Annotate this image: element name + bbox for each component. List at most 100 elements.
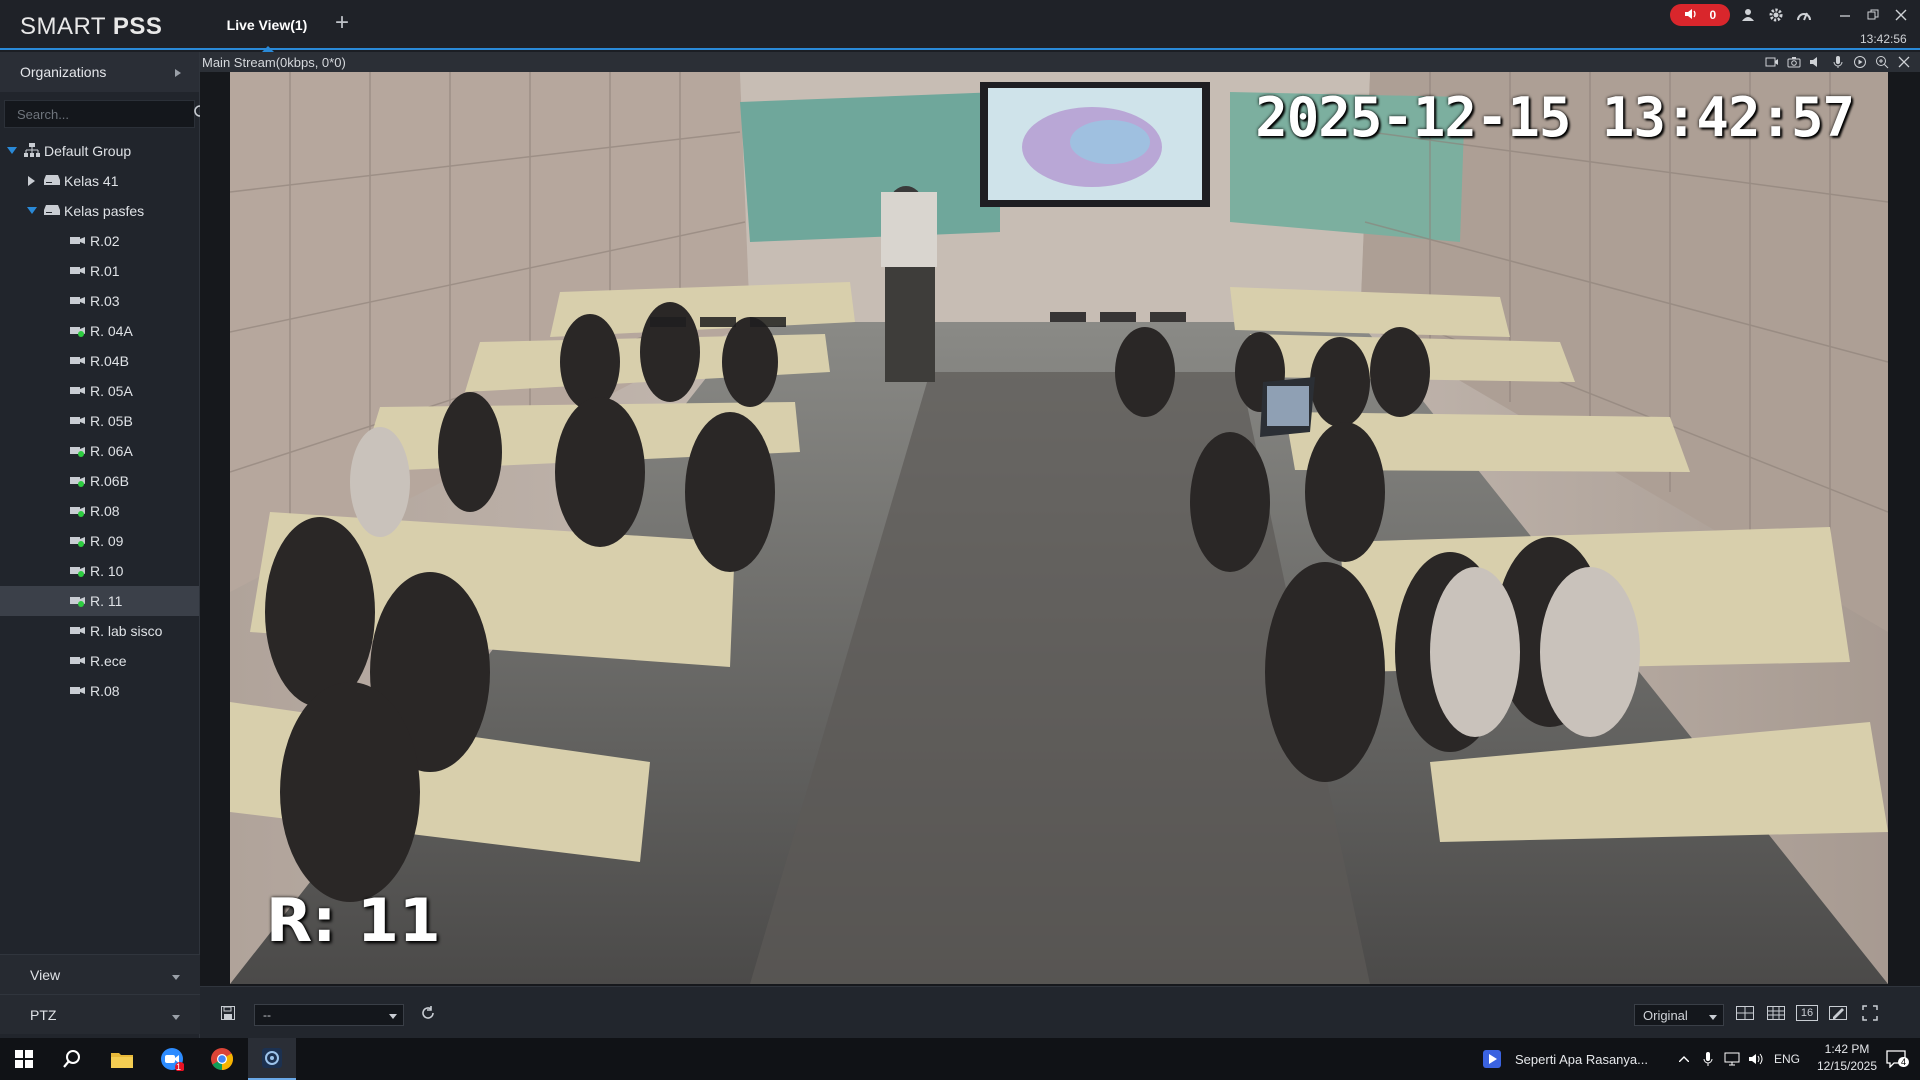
camera-item[interactable]: R. 09 — [0, 526, 199, 556]
camera-label: R. 04A — [90, 323, 133, 339]
speaker-icon — [1684, 8, 1698, 23]
tree-label: Kelas pasfes — [64, 203, 145, 219]
tray-volume-icon[interactable] — [1744, 1038, 1768, 1080]
audio-icon[interactable] — [1808, 54, 1824, 70]
camera-label: R.02 — [90, 233, 120, 249]
tree-group-kelas-pasfes[interactable]: Kelas pasfes — [0, 196, 199, 226]
camera-item[interactable]: R.06B — [0, 466, 199, 496]
camera-feed[interactable]: 2025-12-15 13:42:57 R: 11 — [230, 72, 1888, 984]
camera-item[interactable]: R.ece — [0, 646, 199, 676]
ptz-panel-toggle[interactable]: PTZ — [0, 994, 200, 1034]
camera-label: R. 06A — [90, 443, 133, 459]
media-title[interactable]: Seperti Apa Rasanya... — [1515, 1052, 1648, 1067]
tree-label: Default Group — [44, 143, 132, 159]
live-view-panel: Main Stream(0kbps, 0*0) 2025-12-15 13:42… — [200, 52, 1920, 986]
ptz-label: PTZ — [30, 1006, 57, 1023]
camera-item[interactable]: R. 04A — [0, 316, 199, 346]
performance-gauge-icon[interactable] — [1794, 5, 1814, 25]
tray-time[interactable]: 1:42 PM — [1812, 1042, 1882, 1056]
tray-language[interactable]: ENG — [1774, 1052, 1800, 1066]
alarm-count: 0 — [1709, 8, 1717, 22]
aspect-ratio-select[interactable]: Original — [1634, 1004, 1724, 1026]
sidebar: Organizations Default Group Kelas 41 Kel… — [0, 52, 209, 1038]
zoom-app-icon[interactable]: 1 — [148, 1038, 196, 1080]
camera-item[interactable]: R.03 — [0, 286, 199, 316]
chrome-icon[interactable] — [198, 1038, 246, 1080]
file-explorer-icon[interactable] — [98, 1038, 146, 1080]
search-taskbar-icon[interactable] — [48, 1038, 96, 1080]
classroom-scene-image — [230, 72, 1888, 984]
stream-switch-icon[interactable] — [1764, 54, 1780, 70]
view-label: View — [30, 966, 61, 983]
caret-down-icon — [172, 1007, 180, 1023]
layout-16-button[interactable]: 16 — [1796, 1005, 1818, 1021]
camera-item[interactable]: R. 10 — [0, 556, 199, 586]
camera-online-icon — [70, 565, 86, 577]
camera-item[interactable]: R.02 — [0, 226, 199, 256]
close-icon[interactable] — [1891, 5, 1911, 25]
ratio-value: Original — [1643, 1007, 1688, 1023]
record-icon[interactable] — [1852, 54, 1868, 70]
camera-label: R.04B — [90, 353, 129, 369]
media-play-icon[interactable] — [1470, 1038, 1514, 1080]
device-tree: Default Group Kelas 41 Kelas pasfes R.02… — [0, 134, 199, 706]
tree-root-default-group[interactable]: Default Group — [0, 136, 199, 166]
minimize-icon[interactable] — [1835, 5, 1855, 25]
close-video-icon[interactable] — [1896, 54, 1912, 70]
camera-item[interactable]: R.04B — [0, 346, 199, 376]
zoom-icon[interactable] — [1874, 54, 1890, 70]
camera-icon — [70, 295, 86, 307]
gear-icon[interactable] — [1766, 5, 1786, 25]
camera-online-icon — [70, 505, 86, 517]
layout-9-icon[interactable] — [1766, 1003, 1786, 1023]
camera-label: R. lab sisco — [90, 623, 163, 639]
osd-channel-name: R: 11 — [266, 886, 441, 956]
tab-live-view[interactable]: Live View(1) — [212, 0, 322, 52]
camera-item[interactable]: R.01 — [0, 256, 199, 286]
caret-down-icon[interactable] — [26, 205, 38, 217]
alarm-button[interactable]: 0 — [1670, 4, 1730, 26]
tree-label: Kelas 41 — [64, 173, 119, 189]
stream-info: Main Stream(0kbps, 0*0) — [202, 54, 346, 70]
org-tree-icon — [24, 142, 40, 160]
search-box — [4, 100, 209, 128]
camera-item[interactable]: R.08 — [0, 676, 199, 706]
restore-icon[interactable] — [1863, 5, 1883, 25]
user-icon[interactable] — [1738, 5, 1758, 25]
snapshot-icon[interactable] — [1786, 54, 1802, 70]
smartpss-taskbar-icon[interactable] — [248, 1038, 296, 1080]
camera-item[interactable]: R.08 — [0, 496, 199, 526]
search-input[interactable] — [17, 106, 193, 122]
preset-value: -- — [263, 1008, 271, 1022]
fullscreen-icon[interactable] — [1860, 1003, 1880, 1023]
camera-item[interactable]: R. 05B — [0, 406, 199, 436]
camera-label: R. 10 — [90, 563, 124, 579]
tree-group-kelas-41[interactable]: Kelas 41 — [0, 166, 199, 196]
organizations-header[interactable]: Organizations — [0, 52, 199, 92]
caret-down-icon[interactable] — [6, 145, 18, 157]
camera-icon — [70, 385, 86, 397]
title-bar: SMART PSS Live View(1) + 0 13:42:56 — [0, 0, 1920, 52]
windows-taskbar: 1 Seperti Apa Rasanya... ENG 1:42 PM 12/… — [0, 1038, 1920, 1080]
custom-layout-icon[interactable] — [1828, 1003, 1848, 1023]
add-tab-button[interactable]: + — [330, 11, 354, 36]
camera-item[interactable]: R. 06A — [0, 436, 199, 466]
caret-down-icon — [1709, 1008, 1717, 1023]
view-panel-toggle[interactable]: View — [0, 954, 200, 994]
refresh-icon[interactable] — [418, 1003, 438, 1023]
tray-microphone-icon[interactable] — [1696, 1038, 1720, 1080]
microphone-icon[interactable] — [1830, 54, 1846, 70]
caret-right-icon[interactable] — [26, 175, 38, 187]
system-clock: 13:42:56 — [1860, 32, 1907, 46]
camera-item[interactable]: R. lab sisco — [0, 616, 199, 646]
tray-chevron-up-icon[interactable] — [1672, 1038, 1696, 1080]
camera-item[interactable]: R. 11 — [0, 586, 199, 616]
view-preset-select[interactable]: -- — [254, 1004, 404, 1026]
stream-info-bar: Main Stream(0kbps, 0*0) — [200, 52, 1920, 72]
notification-center-icon[interactable]: 4 — [1876, 1038, 1916, 1080]
windows-start-icon[interactable] — [0, 1038, 48, 1080]
save-view-icon[interactable] — [218, 1003, 238, 1023]
camera-item[interactable]: R. 05A — [0, 376, 199, 406]
layout-4-icon[interactable] — [1735, 1003, 1755, 1023]
tray-network-icon[interactable] — [1720, 1038, 1744, 1080]
